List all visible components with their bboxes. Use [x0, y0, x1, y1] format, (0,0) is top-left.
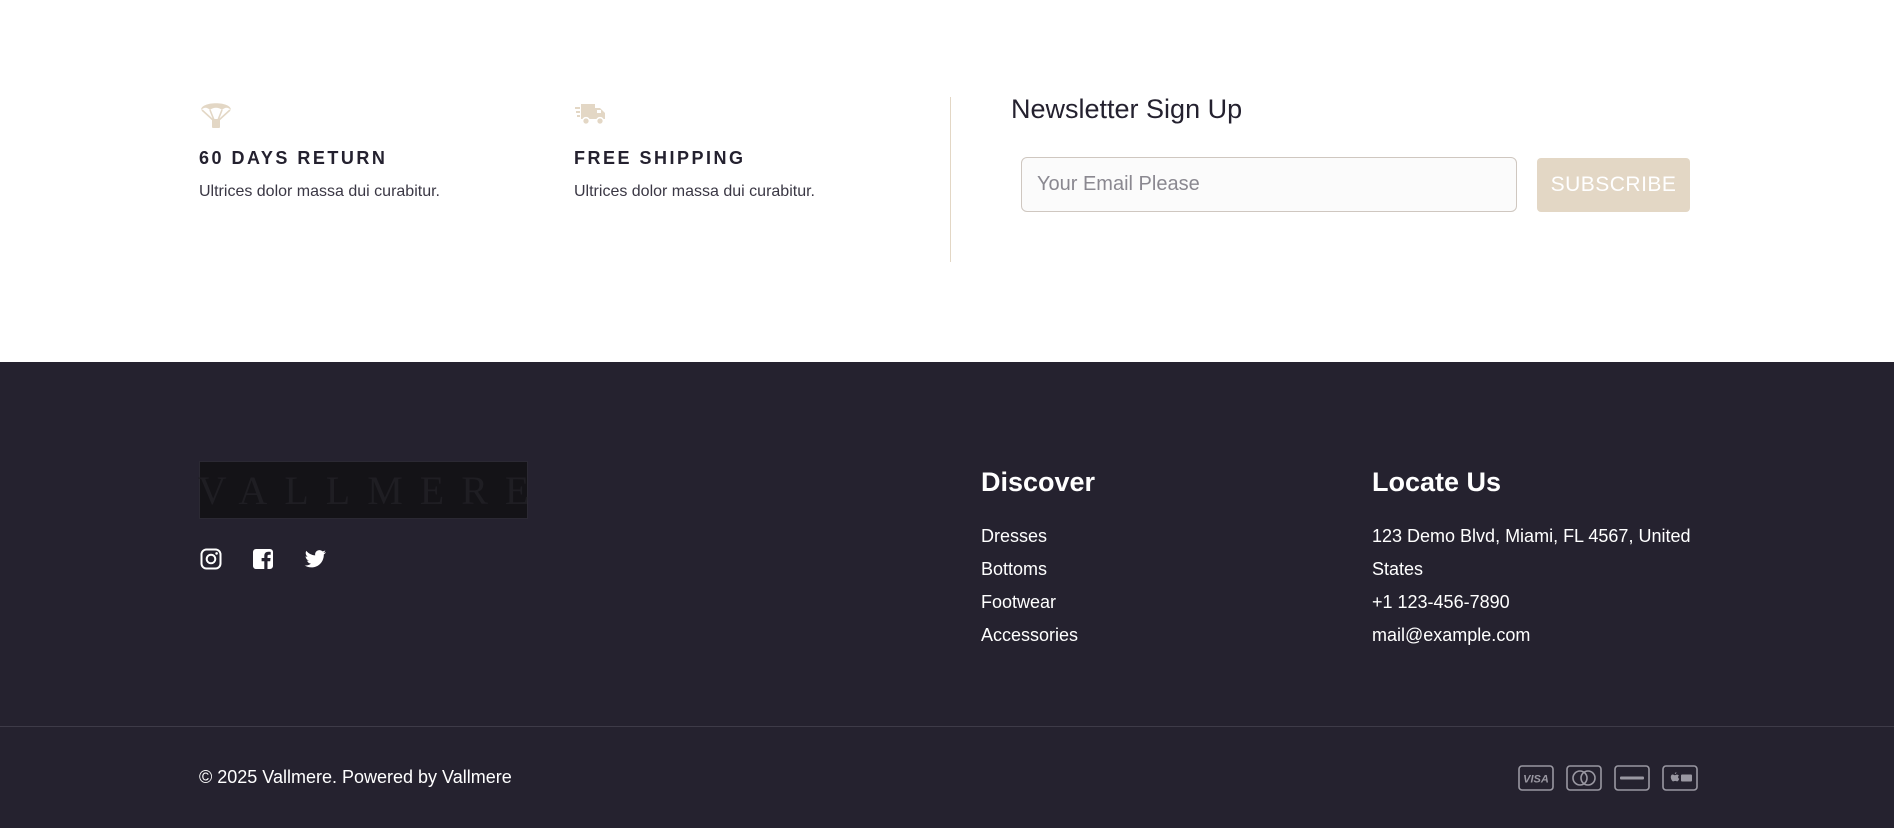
- footer-link-dresses[interactable]: Dresses: [981, 520, 1078, 553]
- store-email[interactable]: mail@example.com: [1372, 619, 1712, 652]
- discover-links: Dresses Bottoms Footwear Accessories: [981, 520, 1078, 652]
- feature-shipping: FREE SHIPPING Ultrices dolor massa dui c…: [574, 96, 815, 201]
- footer-link-accessories[interactable]: Accessories: [981, 619, 1078, 652]
- locate-heading: Locate Us: [1372, 467, 1502, 497]
- subscribe-button[interactable]: SUBSCRIBE: [1537, 158, 1690, 212]
- feature-title: FREE SHIPPING: [574, 148, 746, 168]
- discover-icon: [1614, 765, 1650, 791]
- mastercard-icon: [1566, 765, 1602, 791]
- store-phone[interactable]: +1 123-456-7890: [1372, 586, 1712, 619]
- instagram-icon[interactable]: [199, 547, 223, 571]
- footer-link-footwear[interactable]: Footwear: [981, 586, 1078, 619]
- feature-title: 60 DAYS RETURN: [199, 148, 388, 168]
- discover-heading: Discover: [981, 467, 1096, 497]
- footer-divider: [0, 726, 1894, 727]
- copyright-text: © 2025 Vallmere. Powered by Vallmere: [199, 767, 512, 787]
- feature-returns: 60 DAYS RETURN Ultrices dolor massa dui …: [199, 96, 440, 201]
- footer-link-bottoms[interactable]: Bottoms: [981, 553, 1078, 586]
- apple-pay-icon: [1662, 765, 1698, 791]
- features-newsletter-section: 60 DAYS RETURN Ultrices dolor massa dui …: [0, 0, 1894, 362]
- site-footer: VALLMERE Discover Dresses Bottoms Footwe…: [0, 362, 1894, 828]
- section-divider: [950, 97, 951, 262]
- logo-text: VALLMERE: [197, 467, 547, 513]
- facebook-icon[interactable]: [251, 547, 275, 571]
- visa-icon: VISA: [1518, 765, 1554, 791]
- newsletter-email-input[interactable]: [1021, 157, 1517, 212]
- locate-details: 123 Demo Blvd, Miami, FL 4567, United St…: [1372, 520, 1712, 652]
- brand-logo[interactable]: VALLMERE: [198, 461, 529, 519]
- twitter-icon[interactable]: [303, 547, 327, 571]
- feature-description: Ultrices dolor massa dui curabitur.: [574, 183, 815, 200]
- delivery-truck-icon: [575, 104, 605, 126]
- svg-text:VISA: VISA: [1523, 774, 1549, 786]
- newsletter-title: Newsletter Sign Up: [1011, 94, 1243, 124]
- parachute-icon: [201, 103, 231, 128]
- feature-description: Ultrices dolor massa dui curabitur.: [199, 183, 440, 200]
- store-address: 123 Demo Blvd, Miami, FL 4567, United St…: [1372, 526, 1691, 579]
